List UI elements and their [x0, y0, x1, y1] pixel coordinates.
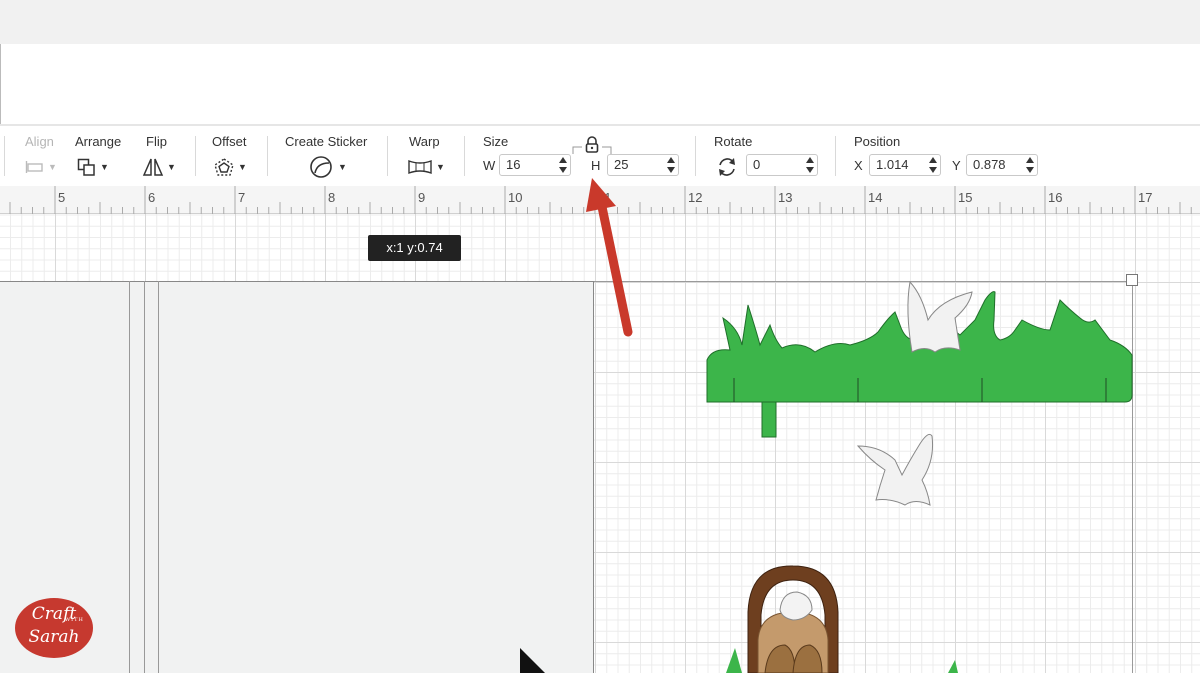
- logo-line3: Sarah: [28, 627, 80, 647]
- artwork-layer: [520, 178, 1133, 673]
- red-arrow-annotation: [586, 178, 633, 337]
- mouse-cursor-icon: [520, 648, 545, 673]
- basket-bunny-shape[interactable]: [726, 565, 958, 673]
- logo-line2: WITH: [65, 617, 84, 623]
- grass-border-shape[interactable]: [706, 280, 1133, 438]
- craft-with-sarah-logo: Craft WITH Sarah: [15, 598, 93, 658]
- bunny-ears-shape[interactable]: [856, 433, 933, 506]
